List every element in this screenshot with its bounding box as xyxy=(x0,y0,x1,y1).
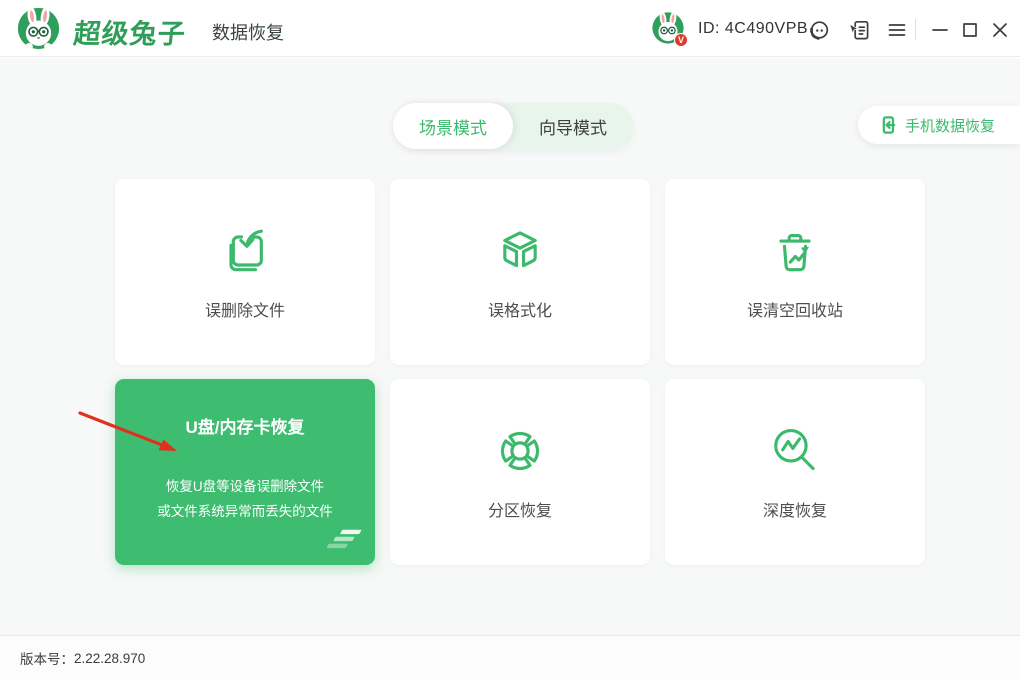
card-title: U盘/内存卡恢复 xyxy=(186,413,305,438)
card-label: 误格式化 xyxy=(488,297,552,321)
phone-data-recovery-button[interactable]: 手机数据恢复 xyxy=(858,106,1020,144)
app-logo-rabbit-icon xyxy=(16,6,61,51)
version-number: 2.22.28.970 xyxy=(74,651,145,666)
close-icon xyxy=(988,18,1012,42)
minimize-button[interactable] xyxy=(927,17,953,43)
mode-tabs: 场景模式 向导模式 xyxy=(393,103,633,149)
card-label: 深度恢复 xyxy=(763,497,827,521)
main-menu-button[interactable] xyxy=(884,17,910,43)
partition-wheel-icon xyxy=(492,423,548,479)
tab-scene-mode[interactable]: 场景模式 xyxy=(393,103,513,149)
card-deep-recovery[interactable]: 深度恢复 xyxy=(665,379,925,565)
trash-restore-icon xyxy=(767,223,823,279)
card-usb-memory-card-recovery[interactable]: U盘/内存卡恢复 恢复U盘等设备误删除文件 或文件系统异常而丢失的文件 xyxy=(115,379,375,565)
titlebar-divider xyxy=(915,19,916,40)
card-partition-recovery[interactable]: 分区恢复 xyxy=(390,379,650,565)
card-recycle-bin[interactable]: 误清空回收站 xyxy=(665,179,925,365)
tab-wizard-mode[interactable]: 向导模式 xyxy=(513,103,633,149)
maximize-button[interactable] xyxy=(957,17,983,43)
restore-file-icon xyxy=(217,223,273,279)
customer-service-button[interactable] xyxy=(806,17,832,43)
cube-icon xyxy=(492,223,548,279)
app-window: 超级兔子 数据恢复 V ID: xyxy=(0,0,1020,680)
card-deleted-files[interactable]: 误删除文件 xyxy=(115,179,375,365)
maximize-icon xyxy=(958,18,982,42)
close-button[interactable] xyxy=(987,17,1013,43)
card-description-line2: 或文件系统异常而丢失的文件 xyxy=(157,499,333,524)
headset-icon xyxy=(807,18,831,42)
card-formatted[interactable]: 误格式化 xyxy=(390,179,650,365)
feedback-button[interactable] xyxy=(846,17,872,43)
title-bar: 超级兔子 数据恢复 V ID: xyxy=(0,0,1020,57)
feedback-icon xyxy=(847,18,871,42)
card-label: 误清空回收站 xyxy=(747,297,843,321)
version-label: 版本号： xyxy=(20,648,74,668)
phone-recovery-label: 手机数据恢复 xyxy=(905,115,995,136)
deep-scan-magnifier-icon xyxy=(767,423,823,479)
minimize-icon xyxy=(928,18,952,42)
status-bar: 版本号： 2.22.28.970 xyxy=(0,635,1020,680)
hamburger-menu-icon xyxy=(885,18,909,42)
phone-recovery-icon xyxy=(878,115,898,135)
layers-stack-icon xyxy=(327,528,363,556)
card-label: 分区恢复 xyxy=(488,497,552,521)
brand-subtitle: 数据恢复 xyxy=(212,19,284,45)
user-avatar[interactable]: V xyxy=(651,11,685,45)
vip-badge: V xyxy=(674,33,688,47)
brand-wordmark: 超级兔子 xyxy=(72,12,188,51)
card-description: 恢复U盘等设备误删除文件 或文件系统异常而丢失的文件 xyxy=(157,474,333,524)
card-description-line1: 恢复U盘等设备误删除文件 xyxy=(157,474,333,499)
card-label: 误删除文件 xyxy=(205,297,285,321)
user-id-label: ID: 4C490VPB xyxy=(698,0,808,57)
